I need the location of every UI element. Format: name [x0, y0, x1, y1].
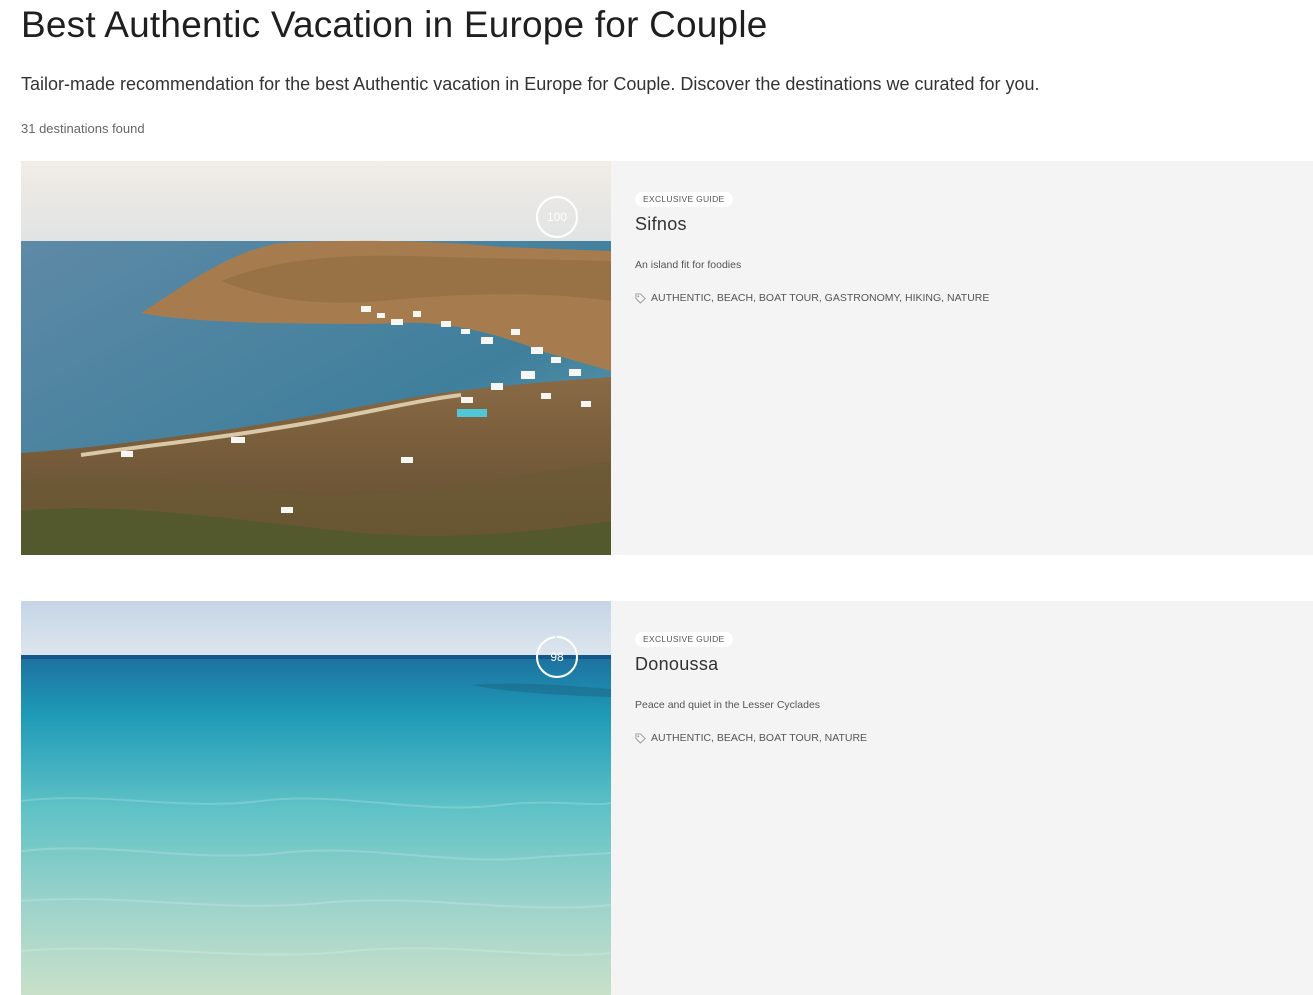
destination-tags: AUTHENTIC, BEACH, BOAT TOUR, NATURE [635, 732, 1313, 744]
destination-info: EXCLUSIVE GUIDE Sifnos An island fit for… [611, 161, 1313, 555]
destination-card-sifnos[interactable]: 100 EXCLUSIVE GUIDE Sifnos An island fit… [21, 161, 1313, 555]
destination-photo[interactable]: 100 [21, 161, 611, 555]
destination-name[interactable]: Donoussa [635, 652, 1313, 676]
destination-tags: AUTHENTIC, BEACH, BOAT TOUR, GASTRONOMY,… [635, 292, 1313, 304]
page-title: Best Authentic Vacation in Europe for Co… [21, 4, 768, 45]
destination-info: EXCLUSIVE GUIDE Donoussa Peace and quiet… [611, 601, 1313, 995]
destination-tagline: An island fit for foodies [635, 259, 742, 271]
exclusive-guide-badge: EXCLUSIVE GUIDE [635, 632, 733, 647]
tags-text: AUTHENTIC, BEACH, BOAT TOUR, NATURE [651, 732, 868, 744]
bay-landscape-photo [21, 161, 611, 555]
score-value: 98 [550, 650, 564, 664]
tags-text: AUTHENTIC, BEACH, BOAT TOUR, GASTRONOMY,… [651, 292, 990, 304]
destination-photo[interactable]: 98 [21, 601, 611, 995]
tag-icon [635, 292, 646, 304]
destination-tagline: Peace and quiet in the Lesser Cyclades [635, 699, 821, 711]
sea-water-photo [21, 601, 611, 995]
score-ring: 100 [535, 195, 579, 239]
score-value: 100 [546, 210, 568, 224]
page-intro: Tailor-made recommendation for the best … [21, 74, 1040, 94]
score-ring: 98 [535, 635, 579, 679]
destination-name[interactable]: Sifnos [635, 212, 1313, 236]
results-count: 31 destinations found [21, 121, 145, 136]
destination-card-donoussa[interactable]: 98 EXCLUSIVE GUIDE Donoussa Peace and qu… [21, 601, 1313, 995]
tag-icon [635, 732, 646, 744]
exclusive-guide-badge: EXCLUSIVE GUIDE [635, 192, 733, 207]
